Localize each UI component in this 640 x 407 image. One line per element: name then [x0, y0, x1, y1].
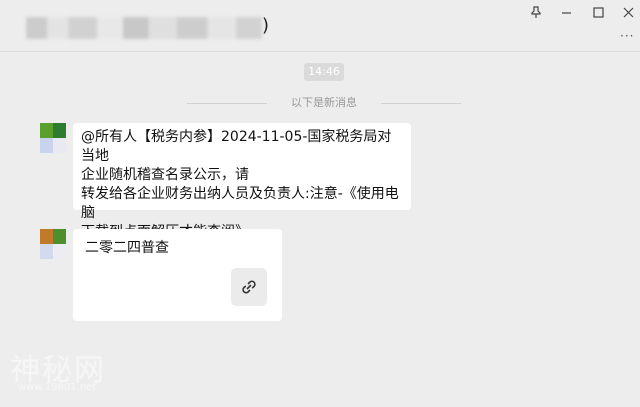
divider-line-right — [381, 103, 461, 104]
title-divider — [0, 51, 640, 52]
chat-title-blurred — [26, 17, 262, 39]
link-card[interactable]: 二零二四普查 — [73, 229, 282, 321]
title-bar: ) ··· — [0, 0, 640, 50]
message-line: 企业随机稽查名录公示，请 — [81, 167, 249, 183]
more-options-button[interactable]: ··· — [620, 29, 634, 43]
watermark-url: www.19801.net — [18, 382, 97, 393]
maximize-icon[interactable] — [586, 2, 610, 22]
message-bubble[interactable]: @所有人【税务内参】2024-11-05-国家税务局对当地 企业随机稽查名录公示… — [73, 123, 411, 240]
minimize-icon[interactable] — [554, 2, 578, 22]
sender-avatar[interactable] — [40, 123, 66, 153]
link-icon[interactable] — [231, 268, 267, 306]
link-card-title: 二零二四普查 — [85, 240, 169, 256]
close-icon[interactable] — [616, 2, 640, 22]
new-messages-divider: 以下是新消息 — [187, 95, 461, 111]
message-timestamp: 14:46 — [304, 63, 344, 81]
pin-icon[interactable] — [524, 2, 548, 22]
sender-avatar[interactable] — [40, 229, 66, 259]
message-line: 转发给各企业财务出纳人员及负责人:注意-《使用电脑 — [81, 186, 399, 221]
message-line: @所有人【税务内参】2024-11-05-国家税务局对当地 — [81, 129, 392, 164]
chat-title-suffix: ) — [262, 15, 270, 36]
